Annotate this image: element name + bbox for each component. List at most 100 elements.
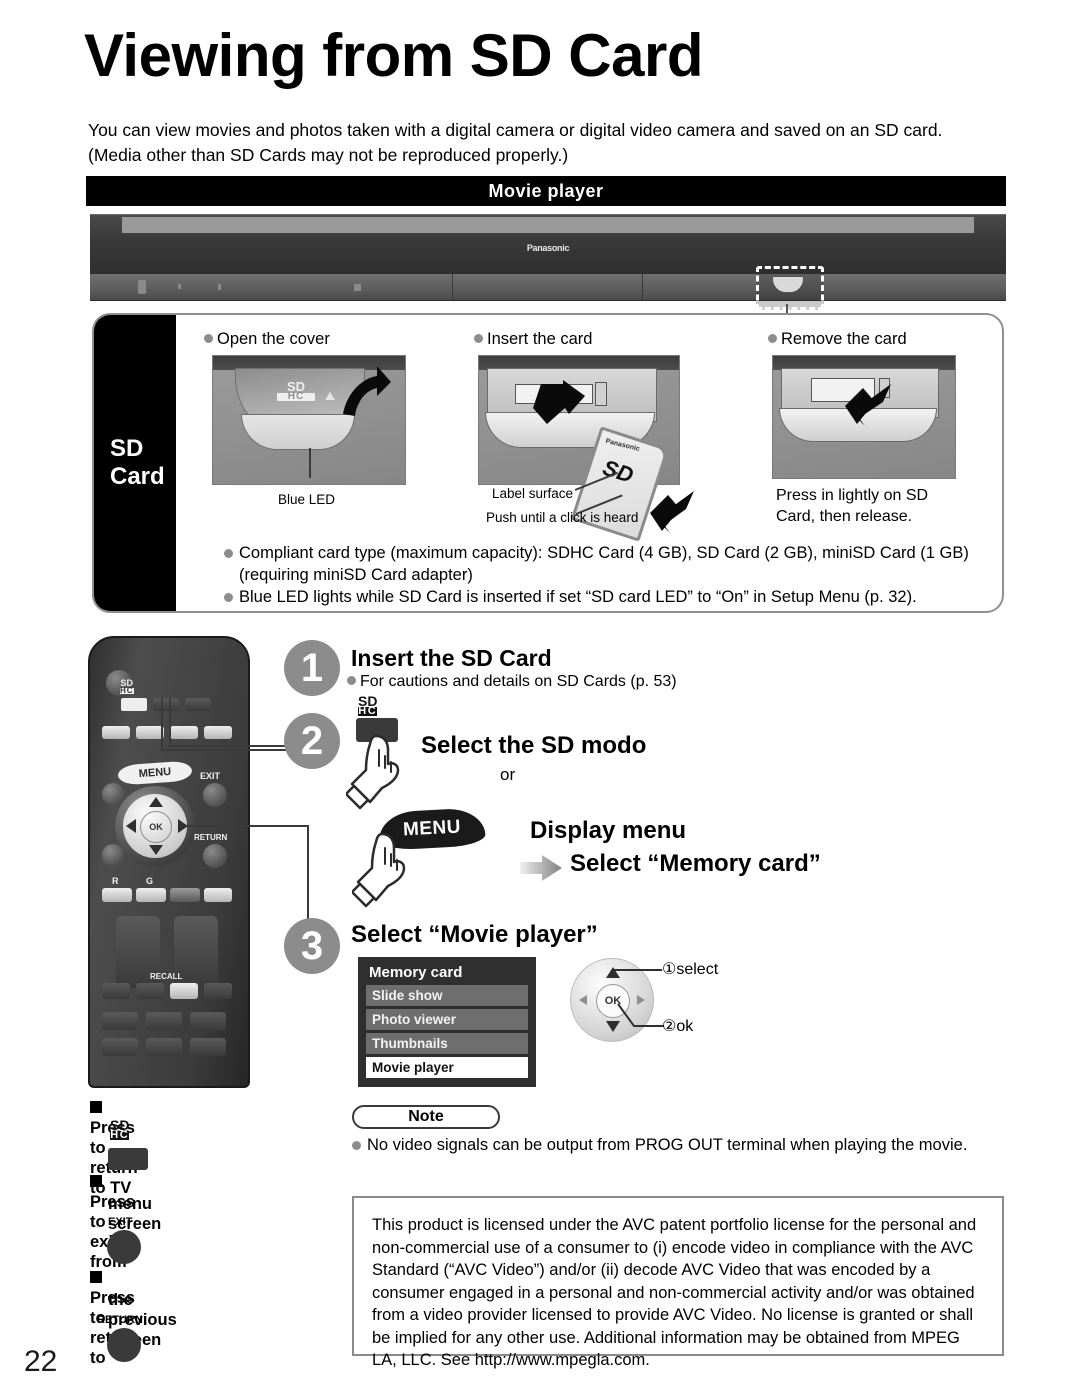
bullet-icon [224,593,233,602]
column-remove-heading: Remove the card [768,329,1028,349]
tv-seam-1 [452,274,453,300]
remote-sd-icon-bottom: HC [120,685,134,695]
illustration-remove-card [772,355,956,479]
remote-button-c1[interactable] [102,1012,138,1030]
note-body-text: No video signals can be output from PROG… [367,1136,968,1154]
remote-button-c2[interactable] [146,1012,182,1030]
bullet-icon [224,549,233,558]
blue-led-leader-line [309,448,311,478]
tv-indicator-1 [178,284,181,289]
column-open-the-cover: Open the cover [204,329,464,349]
legend-exit-button[interactable] [107,1230,141,1264]
column-insert-the-card: Insert the card [474,329,754,349]
sd-card-tab: SD Card [94,315,176,611]
tv-seam-2 [642,274,643,300]
legend-return-button[interactable] [107,1328,141,1362]
page-title: Viewing from SD Card [84,22,704,89]
caption-press-release-line1: Press in lightly on SD [776,487,929,504]
remote-red-label: R [112,876,119,886]
menu-item-thumbnails[interactable]: Thumbnails [366,1033,528,1054]
sd-card-panel: SD Card Open the cover SD HC Blue LED In… [92,313,1004,613]
square-bullet-icon [90,1101,102,1113]
tv-brand-label: Panasonic [526,243,570,253]
remote-recall-button[interactable] [170,983,198,999]
open-cover-arrow-icon [343,366,391,416]
step-2-or-label: or [500,765,516,784]
legal-notice-box: This product is licensed under the AVC p… [352,1196,1004,1369]
legend-sd-key[interactable] [108,1148,148,1170]
menu-item-movie-player[interactable]: Movie player [366,1057,528,1078]
legend-return-tag: RETURN [97,1314,143,1326]
bullet-icon [204,334,213,343]
legend-row-exit-line2: menu screen [108,1195,162,1233]
column-remove-the-card: Remove the card [768,329,1028,349]
memory-card-menu: Memory card Slide show Photo viewer Thum… [358,957,536,1087]
step-2-alt-title: Display menu [530,817,687,844]
dial-label-ok: ②ok [662,1018,694,1035]
illustration-open-cover: SD HC [212,355,406,485]
remote-button-r4[interactable] [102,726,130,739]
slot-eject-detail [595,382,607,406]
step-number-1: 1 [284,640,340,696]
caption-blue-led: Blue LED [278,492,336,507]
step-2-alt-subtitle: Select “Memory card” [570,850,821,877]
column-insert-heading-text: Insert the card [487,330,593,348]
press-direction-arrow-icon [845,384,891,426]
remote-button-b2[interactable] [136,983,164,999]
remote-button-b3[interactable] [204,983,232,999]
page-number: 22 [24,1345,58,1378]
remote-sd-icon: SD HC [120,679,134,695]
sd-panel-note-1-text: Compliant card type (maximum capacity): … [239,544,969,584]
step2-sd-icon-bottom: HC [358,705,378,718]
tv-screen-strip [122,217,974,233]
remote-button-d1[interactable] [102,1038,138,1056]
dial-left-icon[interactable] [579,995,587,1005]
square-bullet-icon [90,1271,102,1283]
legend-sd-icon: SD HC [110,1118,130,1142]
tv-base-panel [90,274,1006,301]
step-number-2: 2 [284,713,340,769]
step-1-subtext: For cautions and details on SD Cards (p.… [347,672,677,692]
sdhc-logo-bottom: HC [277,391,315,401]
intro-paragraph: You can view movies and photos taken wit… [88,120,943,165]
remote-color-button-red[interactable] [102,888,132,902]
insert-direction-arrow-icon [533,380,585,424]
remote-button-d3[interactable] [190,1038,226,1056]
tv-power-button [138,280,146,294]
column-open-heading-text: Open the cover [217,330,330,348]
note-body: No video signals can be output from PROG… [352,1135,992,1156]
bullet-icon [474,334,483,343]
memory-card-menu-title: Memory card [369,964,463,981]
step-1-title: Insert the SD Card [351,645,552,671]
step-number-3: 3 [284,918,340,974]
step2-sd-icon: SD HC [358,694,378,718]
step-1-subtext-label: For cautions and details on SD Cards (p.… [360,673,677,690]
tv-front-illustration: Panasonic [90,214,1006,328]
section-band-movie-player: Movie player [86,176,1006,206]
dial-label-select: ①select [662,961,719,978]
column-insert-heading: Insert the card [474,329,754,349]
note-body-item: No video signals can be output from PROG… [352,1135,992,1156]
remote-side-button-left-1[interactable] [102,783,124,805]
remote-button-b1[interactable] [102,983,130,999]
sd-panel-note-2-text: Blue LED lights while SD Card is inserte… [239,588,917,606]
push-direction-arrow-icon [650,491,694,533]
tv-indicator-2 [218,284,221,290]
remote-button-c3[interactable] [190,1012,226,1030]
menu-item-photo-viewer[interactable]: Photo viewer [366,1009,528,1030]
remote-button-d2[interactable] [146,1038,182,1056]
step-2-title: Select the SD modo [421,732,647,759]
sd-panel-note-2: Blue LED lights while SD Card is inserte… [224,587,1014,609]
sd-panel-note-1: Compliant card type (maximum capacity): … [224,543,1014,586]
caption-press-release-line2: Card, then release. [776,508,913,525]
sd-card-brand-label: Panasonic [604,437,641,454]
right-arrow-icon [520,855,562,881]
remote-dpad-left-icon[interactable] [126,819,136,833]
caption-push-until-click: Push until a click is heard [486,510,639,525]
menu-item-slide-show[interactable]: Slide show [366,985,528,1006]
sdhc-logo-on-cover: SD HC [277,380,315,401]
legend-sd-icon-bottom: HC [110,1129,130,1142]
pointing-hand-icon-2 [352,832,406,908]
tv-bezel: Panasonic [90,214,1006,275]
sd-card-logo-label: SD [599,454,637,488]
